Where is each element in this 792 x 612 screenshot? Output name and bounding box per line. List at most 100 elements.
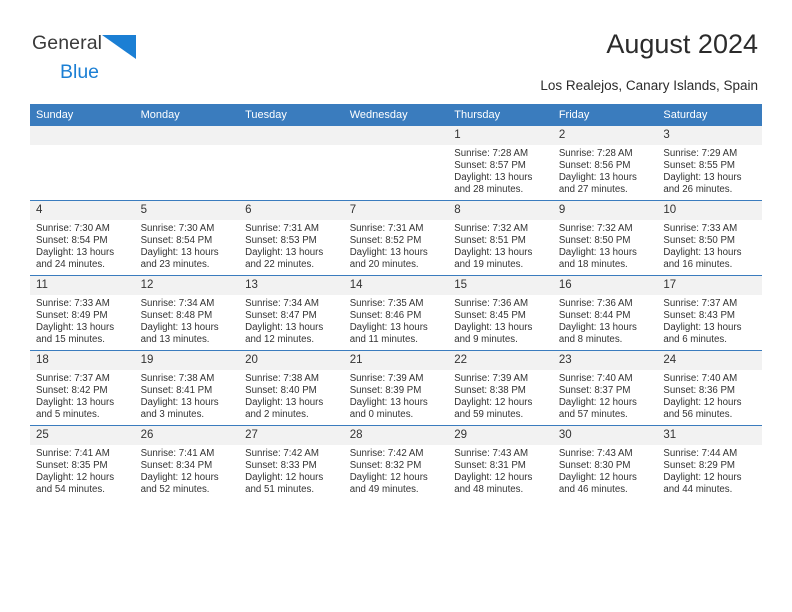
day-sunset-text: Sunset: 8:36 PM — [663, 384, 735, 396]
day-daylight-text: Daylight: 13 hours — [663, 171, 742, 183]
day-daylight-text: and 15 minutes. — [36, 333, 105, 345]
day-sunset-text: Sunset: 8:34 PM — [140, 459, 213, 471]
day-sunset-text: Sunset: 8:31 PM — [454, 459, 526, 471]
day-daylight-text: and 8 minutes. — [558, 333, 623, 345]
day-number: 19 — [134, 351, 240, 370]
day-number: 27 — [239, 426, 344, 445]
day-sunrise-text: Sunrise: 7:39 AM — [349, 373, 424, 384]
day-number: 26 — [134, 426, 240, 445]
calendar-day-cell[interactable]: 6 Sunrise: 7:31 AM Sunset: 8:53 PM Daylight… — [239, 200, 344, 276]
calendar-day-cell[interactable]: 18 Sunrise: 7:37 AM Sunset: 8:42 PM Dayligh… — [30, 350, 135, 426]
calendar-day-cell[interactable]: 13 Sunrise: 7:34 AM Sunset: 8:47 PM Dayligh… — [239, 275, 344, 351]
day-daylight-text: Daylight: 13 hours — [349, 321, 428, 333]
weekday-header-thursday: Thursday — [448, 104, 553, 126]
day-sun-info: Sunrise: 7:36 AM Sunset: 8:44 PM Daylight:… — [553, 295, 658, 346]
page-title: August 2024 — [606, 29, 758, 59]
calendar-day-cell[interactable]: 1 Sunrise: 7:28 AM Sunset: 8:57 PM Daylight… — [448, 126, 553, 201]
day-number: 21 — [343, 351, 449, 370]
day-number: 13 — [239, 276, 344, 295]
brand-name-blue: Blue — [60, 61, 100, 83]
day-daylight-text: Daylight: 13 hours — [36, 321, 115, 333]
day-sunset-text: Sunset: 8:43 PM — [663, 309, 735, 321]
day-sunrise-text: Sunrise: 7:35 AM — [349, 298, 424, 309]
day-daylight-text: Daylight: 13 hours — [245, 321, 324, 333]
calendar-day-cell[interactable]: 16 Sunrise: 7:36 AM Sunset: 8:44 PM Dayligh… — [552, 275, 658, 351]
day-sun-info: Sunrise: 7:34 AM Sunset: 8:48 PM Daylight:… — [135, 295, 240, 346]
day-sunset-text: Sunset: 8:52 PM — [349, 234, 422, 246]
day-sun-info: Sunrise: 7:38 AM Sunset: 8:40 PM Daylight:… — [239, 370, 344, 421]
weekday-header-monday: Monday — [134, 104, 240, 126]
calendar-day-cell[interactable]: 11 Sunrise: 7:33 AM Sunset: 8:49 PM Dayligh… — [30, 275, 135, 351]
calendar-day-cell[interactable]: 22 Sunrise: 7:39 AM Sunset: 8:38 PM Dayligh… — [448, 350, 553, 426]
calendar-day-cell[interactable]: 30 Sunrise: 7:43 AM Sunset: 8:30 PM Dayligh… — [552, 425, 658, 500]
day-sun-info: Sunrise: 7:42 AM Sunset: 8:32 PM Daylight:… — [344, 445, 449, 496]
calendar-day-cell[interactable]: 5 Sunrise: 7:30 AM Sunset: 8:54 PM Daylight… — [134, 200, 240, 276]
day-number — [134, 126, 240, 145]
calendar-day-cell[interactable]: 24 Sunrise: 7:40 AM Sunset: 8:36 PM Dayligh… — [657, 350, 762, 426]
day-sunrise-text: Sunrise: 7:40 AM — [663, 373, 738, 384]
calendar-day-cell[interactable]: 14 Sunrise: 7:35 AM Sunset: 8:46 PM Dayligh… — [343, 275, 449, 351]
day-daylight-text: and 44 minutes. — [663, 483, 733, 495]
day-daylight-text: Daylight: 12 hours — [36, 471, 115, 483]
calendar-day-cell[interactable]: 20 Sunrise: 7:38 AM Sunset: 8:40 PM Dayligh… — [239, 350, 344, 426]
weekday-header-wednesday: Wednesday — [343, 104, 449, 126]
day-daylight-text: and 9 minutes. — [454, 333, 518, 345]
calendar-grid: Sunday Monday Tuesday Wednesday Thursday… — [30, 104, 762, 500]
triangle-logo-icon — [102, 35, 137, 64]
calendar-day-cell[interactable]: 2 Sunrise: 7:28 AM Sunset: 8:56 PM Daylight… — [552, 126, 658, 201]
day-sunset-text: Sunset: 8:56 PM — [558, 159, 631, 171]
calendar-day-cell[interactable]: 28 Sunrise: 7:42 AM Sunset: 8:32 PM Dayligh… — [343, 425, 449, 500]
day-daylight-text: and 28 minutes. — [454, 183, 524, 195]
day-daylight-text: Daylight: 13 hours — [663, 321, 742, 333]
brand-logo[interactable]: General Blue — [32, 33, 232, 83]
calendar-week-row: 18 Sunrise: 7:37 AM Sunset: 8:42 PM Dayligh… — [30, 350, 762, 426]
day-daylight-text: and 54 minutes. — [36, 483, 105, 495]
day-sunset-text: Sunset: 8:57 PM — [454, 159, 526, 171]
day-sunset-text: Sunset: 8:47 PM — [245, 309, 317, 321]
day-daylight-text: and 48 minutes. — [454, 483, 524, 495]
calendar-day-cell[interactable]: 4 Sunrise: 7:30 AM Sunset: 8:54 PM Daylight… — [30, 200, 135, 276]
day-number: 30 — [552, 426, 658, 445]
calendar-day-cell[interactable]: 29 Sunrise: 7:43 AM Sunset: 8:31 PM Dayligh… — [448, 425, 553, 500]
day-daylight-text: Daylight: 13 hours — [349, 396, 428, 408]
calendar-day-cell[interactable]: 17 Sunrise: 7:37 AM Sunset: 8:43 PM Dayligh… — [657, 275, 762, 351]
calendar-day-cell[interactable]: 27 Sunrise: 7:42 AM Sunset: 8:33 PM Dayligh… — [239, 425, 344, 500]
day-sunset-text: Sunset: 8:41 PM — [140, 384, 213, 396]
calendar-day-cell[interactable]: 8 Sunrise: 7:32 AM Sunset: 8:51 PM Daylight… — [448, 200, 553, 276]
calendar-day-cell[interactable]: 26 Sunrise: 7:41 AM Sunset: 8:34 PM Dayligh… — [134, 425, 240, 500]
page-header: General Blue August 2024 Los Realejos, C… — [0, 0, 792, 100]
calendar-day-cell[interactable]: 7 Sunrise: 7:31 AM Sunset: 8:52 PM Daylight… — [343, 200, 449, 276]
calendar-day-cell[interactable]: 25 Sunrise: 7:41 AM Sunset: 8:35 PM Dayligh… — [30, 425, 135, 500]
day-sunrise-text: Sunrise: 7:33 AM — [36, 298, 110, 309]
calendar-day-cell[interactable]: 3 Sunrise: 7:29 AM Sunset: 8:55 PM Daylight… — [657, 126, 762, 201]
day-daylight-text: Daylight: 13 hours — [663, 246, 742, 258]
day-number: 28 — [343, 426, 449, 445]
day-number: 14 — [343, 276, 449, 295]
day-daylight-text: and 19 minutes. — [454, 258, 524, 270]
day-sun-info: Sunrise: 7:28 AM Sunset: 8:56 PM Daylight:… — [553, 145, 658, 196]
calendar-day-cell[interactable]: 10 Sunrise: 7:33 AM Sunset: 8:50 PM Dayligh… — [657, 200, 762, 276]
day-daylight-text: and 20 minutes. — [349, 258, 419, 270]
calendar-day-cell[interactable]: 23 Sunrise: 7:40 AM Sunset: 8:37 PM Dayligh… — [552, 350, 658, 426]
day-sunrise-text: Sunrise: 7:28 AM — [558, 148, 633, 159]
calendar-body: 1 Sunrise: 7:28 AM Sunset: 8:57 PM Daylight… — [30, 126, 762, 500]
day-sunset-text: Sunset: 8:32 PM — [349, 459, 422, 471]
day-sunrise-text: Sunrise: 7:36 AM — [558, 298, 633, 309]
day-sunrise-text: Sunrise: 7:31 AM — [349, 223, 424, 234]
day-number: 31 — [657, 426, 762, 445]
day-daylight-text: and 51 minutes. — [245, 483, 315, 495]
calendar-page: General Blue August 2024 Los Realejos, C… — [0, 0, 792, 612]
day-number: 15 — [448, 276, 553, 295]
day-sun-info: Sunrise: 7:40 AM Sunset: 8:37 PM Daylight:… — [553, 370, 658, 421]
calendar-day-cell[interactable]: 15 Sunrise: 7:36 AM Sunset: 8:45 PM Dayligh… — [448, 275, 553, 351]
calendar-day-cell[interactable]: 31 Sunrise: 7:44 AM Sunset: 8:29 PM Dayligh… — [657, 425, 762, 500]
day-sun-info: Sunrise: 7:35 AM Sunset: 8:46 PM Daylight:… — [344, 295, 449, 346]
day-sunset-text: Sunset: 8:37 PM — [558, 384, 631, 396]
calendar-day-cell[interactable]: 12 Sunrise: 7:34 AM Sunset: 8:48 PM Dayligh… — [134, 275, 240, 351]
calendar-day-cell[interactable]: 19 Sunrise: 7:38 AM Sunset: 8:41 PM Dayligh… — [134, 350, 240, 426]
day-sun-info: Sunrise: 7:30 AM Sunset: 8:54 PM Daylight:… — [30, 220, 135, 271]
calendar-day-cell[interactable]: 9 Sunrise: 7:32 AM Sunset: 8:50 PM Daylight… — [552, 200, 658, 276]
day-number: 8 — [448, 201, 553, 220]
calendar-day-cell[interactable]: 21 Sunrise: 7:39 AM Sunset: 8:39 PM Dayligh… — [343, 350, 449, 426]
day-daylight-text: Daylight: 13 hours — [245, 396, 324, 408]
